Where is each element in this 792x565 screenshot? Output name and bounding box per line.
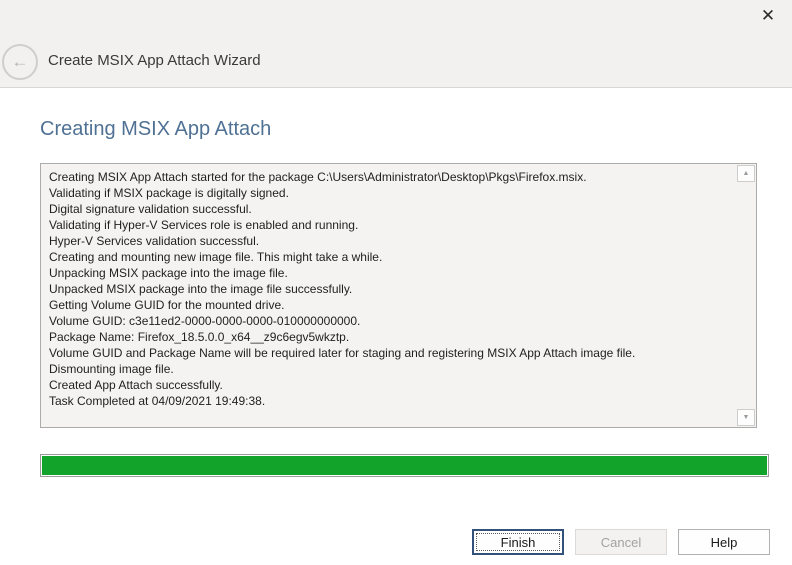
log-line: Getting Volume GUID for the mounted driv… xyxy=(49,297,736,313)
log-line: Created App Attach successfully. xyxy=(49,377,736,393)
log-line: Volume GUID: c3e11ed2-0000-0000-0000-010… xyxy=(49,313,736,329)
back-arrow-icon: ← xyxy=(12,52,29,71)
page-title: Creating MSIX App Attach xyxy=(40,118,271,141)
log-output-box[interactable]: Creating MSIX App Attach started for the… xyxy=(40,163,757,428)
log-line: Digital signature validation successful. xyxy=(49,201,736,217)
log-scrollbar[interactable]: ▲ ▼ xyxy=(737,165,755,426)
scroll-down-icon[interactable]: ▼ xyxy=(737,409,755,426)
log-line: Task Completed at 04/09/2021 19:49:38. xyxy=(49,393,736,409)
back-button[interactable]: ← xyxy=(2,44,38,80)
wizard-window: ✕ ← Create MSIX App Attach Wizard Creati… xyxy=(0,0,792,565)
cancel-button[interactable]: Cancel xyxy=(575,529,667,555)
progress-bar xyxy=(40,454,769,477)
log-line: Creating and mounting new image file. Th… xyxy=(49,249,736,265)
log-line: Dismounting image file. xyxy=(49,361,736,377)
log-line: Hyper-V Services validation successful. xyxy=(49,233,736,249)
log-line: Validating if MSIX package is digitally … xyxy=(49,185,736,201)
close-icon[interactable]: ✕ xyxy=(757,5,779,27)
wizard-header: ✕ ← Create MSIX App Attach Wizard xyxy=(0,0,792,88)
log-lines: Creating MSIX App Attach started for the… xyxy=(41,164,736,427)
finish-button[interactable]: Finish xyxy=(472,529,564,555)
log-line: Unpacking MSIX package into the image fi… xyxy=(49,265,736,281)
log-line: Unpacked MSIX package into the image fil… xyxy=(49,281,736,297)
log-line: Package Name: Firefox_18.5.0.0_x64__z9c6… xyxy=(49,329,736,345)
log-line: Volume GUID and Package Name will be req… xyxy=(49,345,736,361)
log-line: Creating MSIX App Attach started for the… xyxy=(49,169,736,185)
window-title: Create MSIX App Attach Wizard xyxy=(48,52,261,69)
log-line: Validating if Hyper-V Services role is e… xyxy=(49,217,736,233)
scroll-up-icon[interactable]: ▲ xyxy=(737,165,755,182)
progress-fill xyxy=(42,456,767,475)
help-button[interactable]: Help xyxy=(678,529,770,555)
